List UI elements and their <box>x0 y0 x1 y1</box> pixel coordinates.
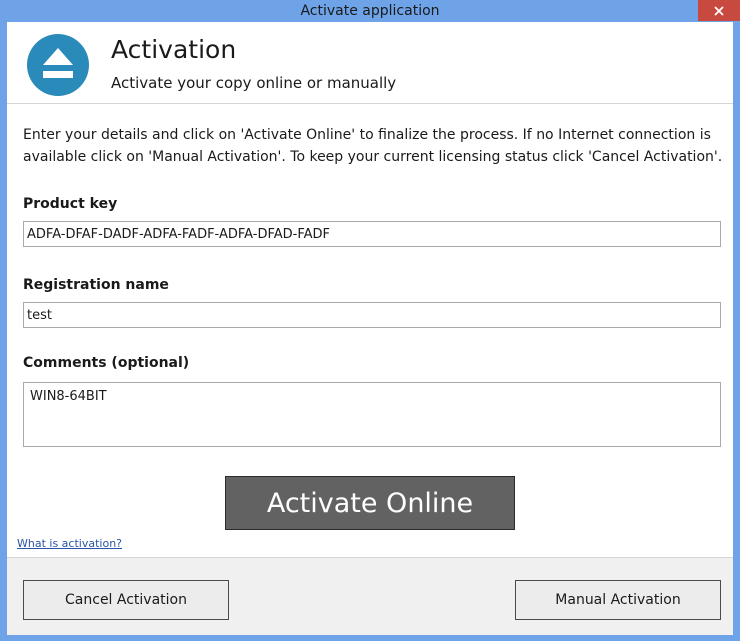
dialog-footer: Cancel Activation Manual Activation <box>7 558 733 635</box>
close-button[interactable] <box>698 0 740 21</box>
window-title: Activate application <box>300 3 440 19</box>
product-key-input[interactable] <box>23 221 721 247</box>
title-bar[interactable]: Activate application <box>0 0 740 22</box>
registration-name-input[interactable] <box>23 302 721 328</box>
manual-activation-button[interactable]: Manual Activation <box>515 580 721 620</box>
header-title: Activation <box>111 35 237 64</box>
header-divider <box>7 103 733 104</box>
cancel-activation-button[interactable]: Cancel Activation <box>23 580 229 620</box>
what-is-activation-link[interactable]: What is activation? <box>17 537 122 550</box>
dialog-header: Activation Activate your copy online or … <box>7 22 733 104</box>
dialog-content: Activation Activate your copy online or … <box>7 22 733 635</box>
comments-label: Comments (optional) <box>23 355 190 371</box>
activate-online-button[interactable]: Activate Online <box>225 476 515 530</box>
close-icon <box>714 1 724 20</box>
instructions-text: Enter your details and click on 'Activat… <box>23 127 723 165</box>
eject-icon <box>27 34 89 96</box>
registration-name-label: Registration name <box>23 277 169 293</box>
product-key-label: Product key <box>23 196 118 212</box>
activate-application-window: Activate application Activation Activate… <box>0 0 740 641</box>
comments-textarea[interactable]: WIN8-64BIT <box>23 382 721 447</box>
header-subtitle: Activate your copy online or manually <box>111 74 397 92</box>
